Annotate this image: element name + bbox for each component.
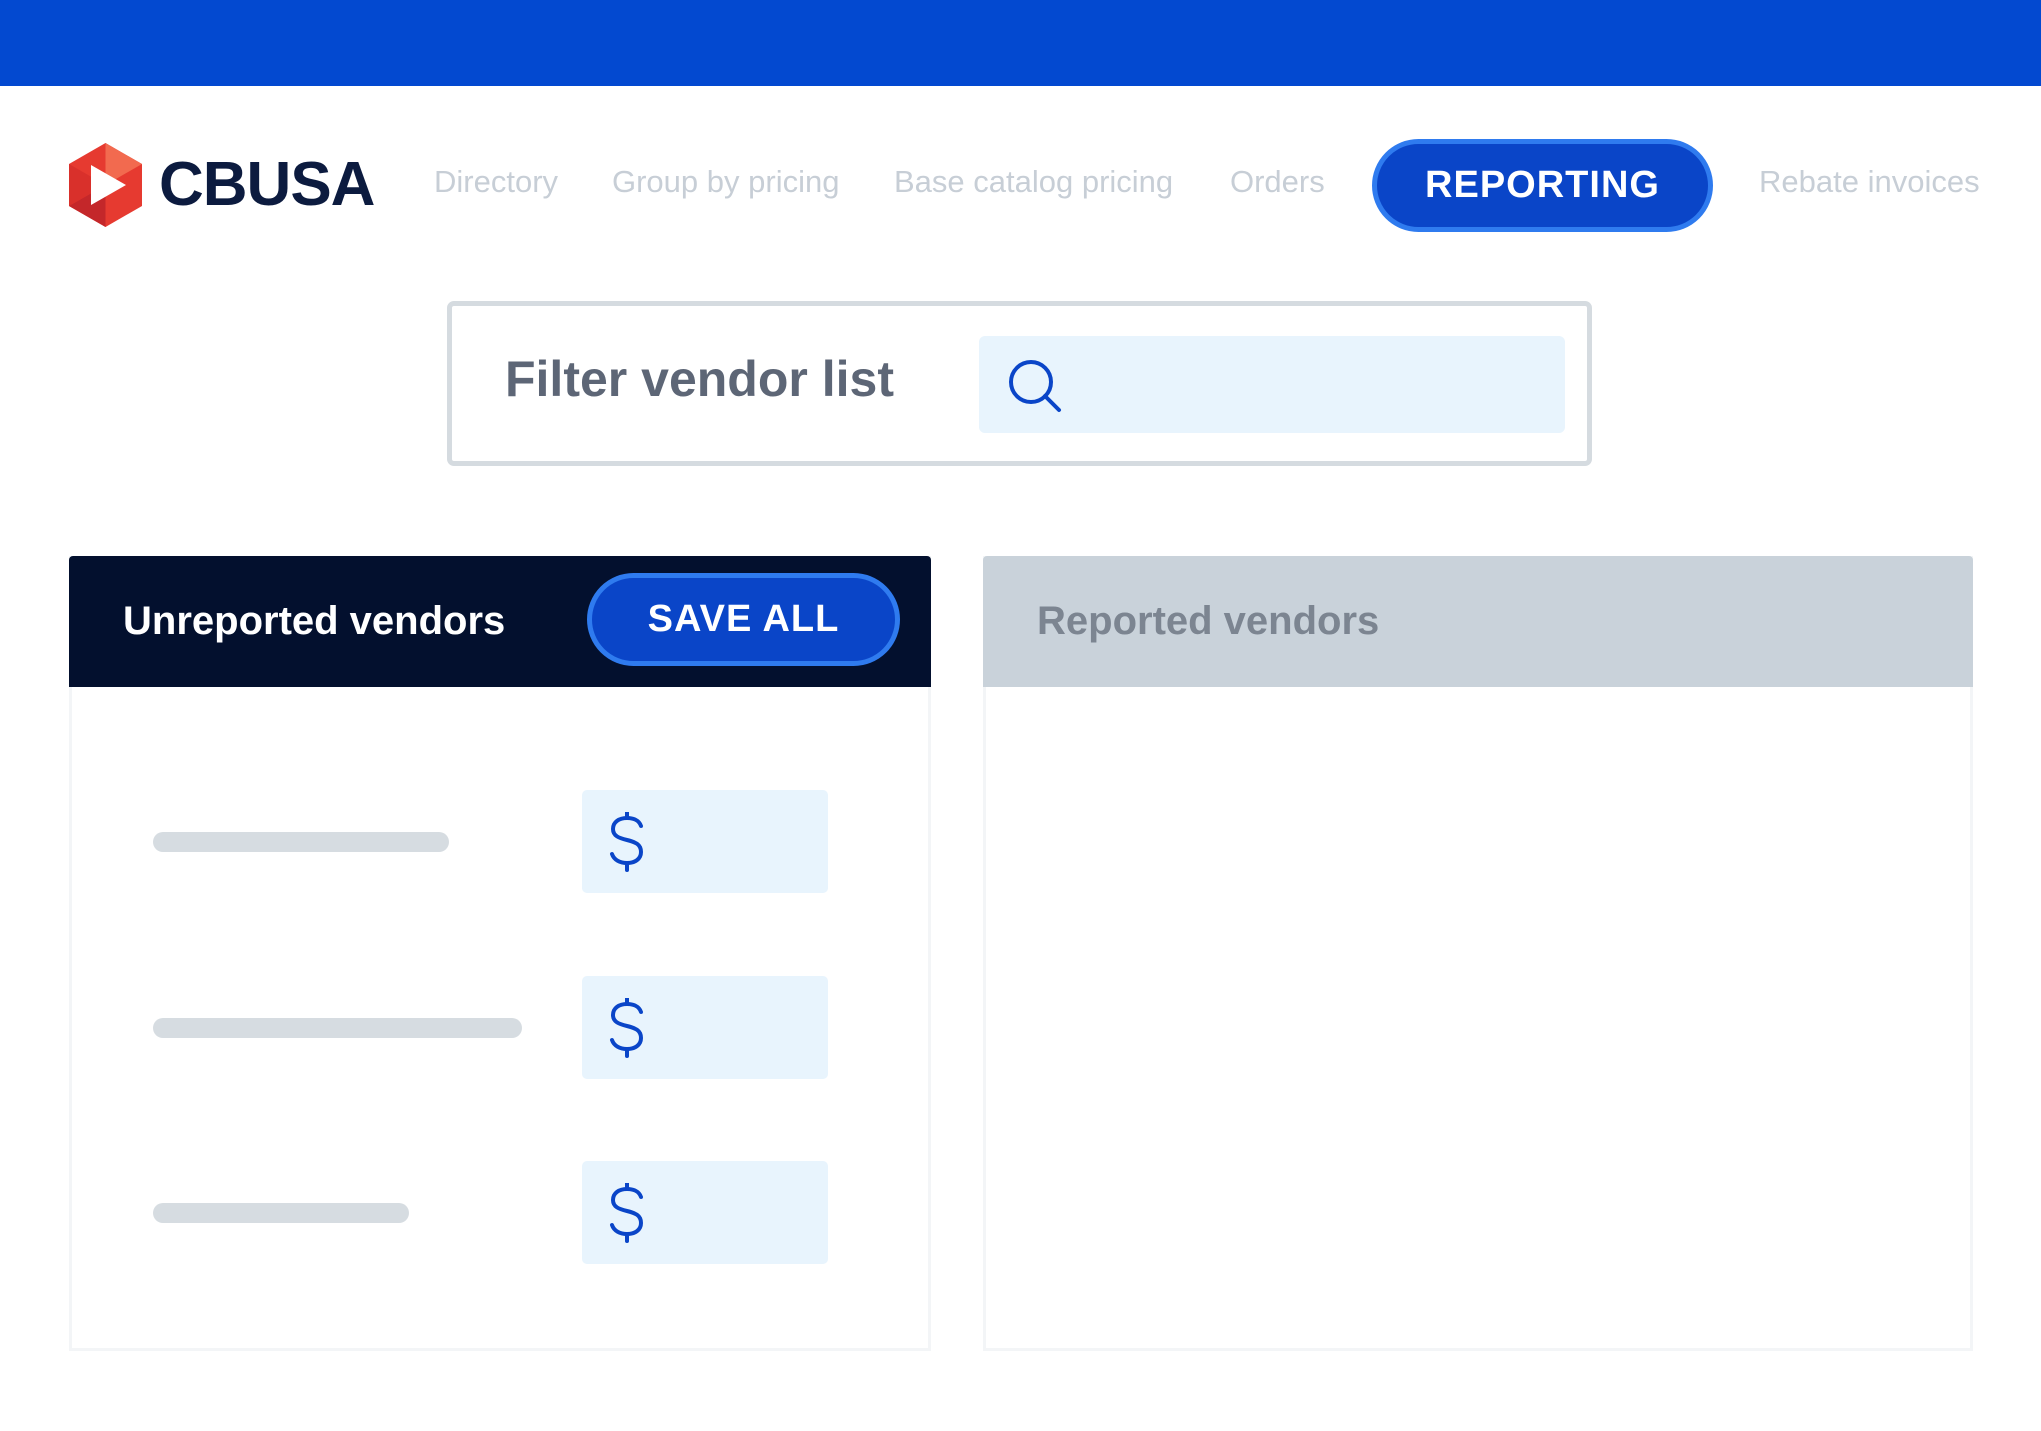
vendor-name-placeholder	[153, 1203, 409, 1223]
nav-orders[interactable]: Orders	[1230, 166, 1325, 197]
save-all-button[interactable]: SAVE ALL	[587, 573, 900, 666]
page: CBUSA Directory Group by pricing Base ca…	[0, 0, 2041, 1431]
nav-reporting[interactable]: REPORTING	[1372, 139, 1713, 232]
top-bar	[0, 0, 2041, 86]
vendor-amount-input[interactable]	[582, 976, 828, 1079]
nav-rebate-invoices[interactable]: Rebate invoices	[1759, 166, 1980, 197]
nav-directory[interactable]: Directory	[434, 166, 558, 197]
unreported-vendors-panel: Unreported vendors SAVE ALL	[69, 556, 931, 1351]
vendor-row	[72, 790, 928, 893]
brand-logo[interactable]: CBUSA	[69, 143, 375, 227]
dollar-icon	[610, 1183, 644, 1243]
reported-vendors-header: Reported vendors	[983, 556, 1973, 687]
vendor-name-placeholder	[153, 1018, 522, 1038]
vendor-row	[72, 976, 928, 1079]
dollar-icon	[610, 812, 644, 872]
nav-base-catalog-pricing[interactable]: Base catalog pricing	[894, 166, 1173, 197]
dollar-icon	[610, 998, 644, 1058]
filter-vendor-box: Filter vendor list	[447, 301, 1592, 466]
vendor-name-placeholder	[153, 832, 449, 852]
filter-label: Filter vendor list	[505, 351, 894, 407]
unreported-vendors-header: Unreported vendors SAVE ALL	[69, 556, 931, 687]
nav-group-by-pricing[interactable]: Group by pricing	[612, 166, 839, 197]
reported-vendors-panel: Reported vendors	[983, 556, 1973, 1351]
brand-name: CBUSA	[159, 150, 375, 219]
vendor-amount-input[interactable]	[582, 1161, 828, 1264]
search-icon	[1009, 360, 1061, 412]
filter-search-input[interactable]	[979, 336, 1565, 433]
unreported-vendors-title: Unreported vendors	[123, 599, 506, 643]
vendor-amount-input[interactable]	[582, 790, 828, 893]
vendor-row	[72, 1161, 928, 1264]
reported-vendors-title: Reported vendors	[1037, 599, 1380, 643]
cbusa-logo-icon	[69, 143, 142, 227]
